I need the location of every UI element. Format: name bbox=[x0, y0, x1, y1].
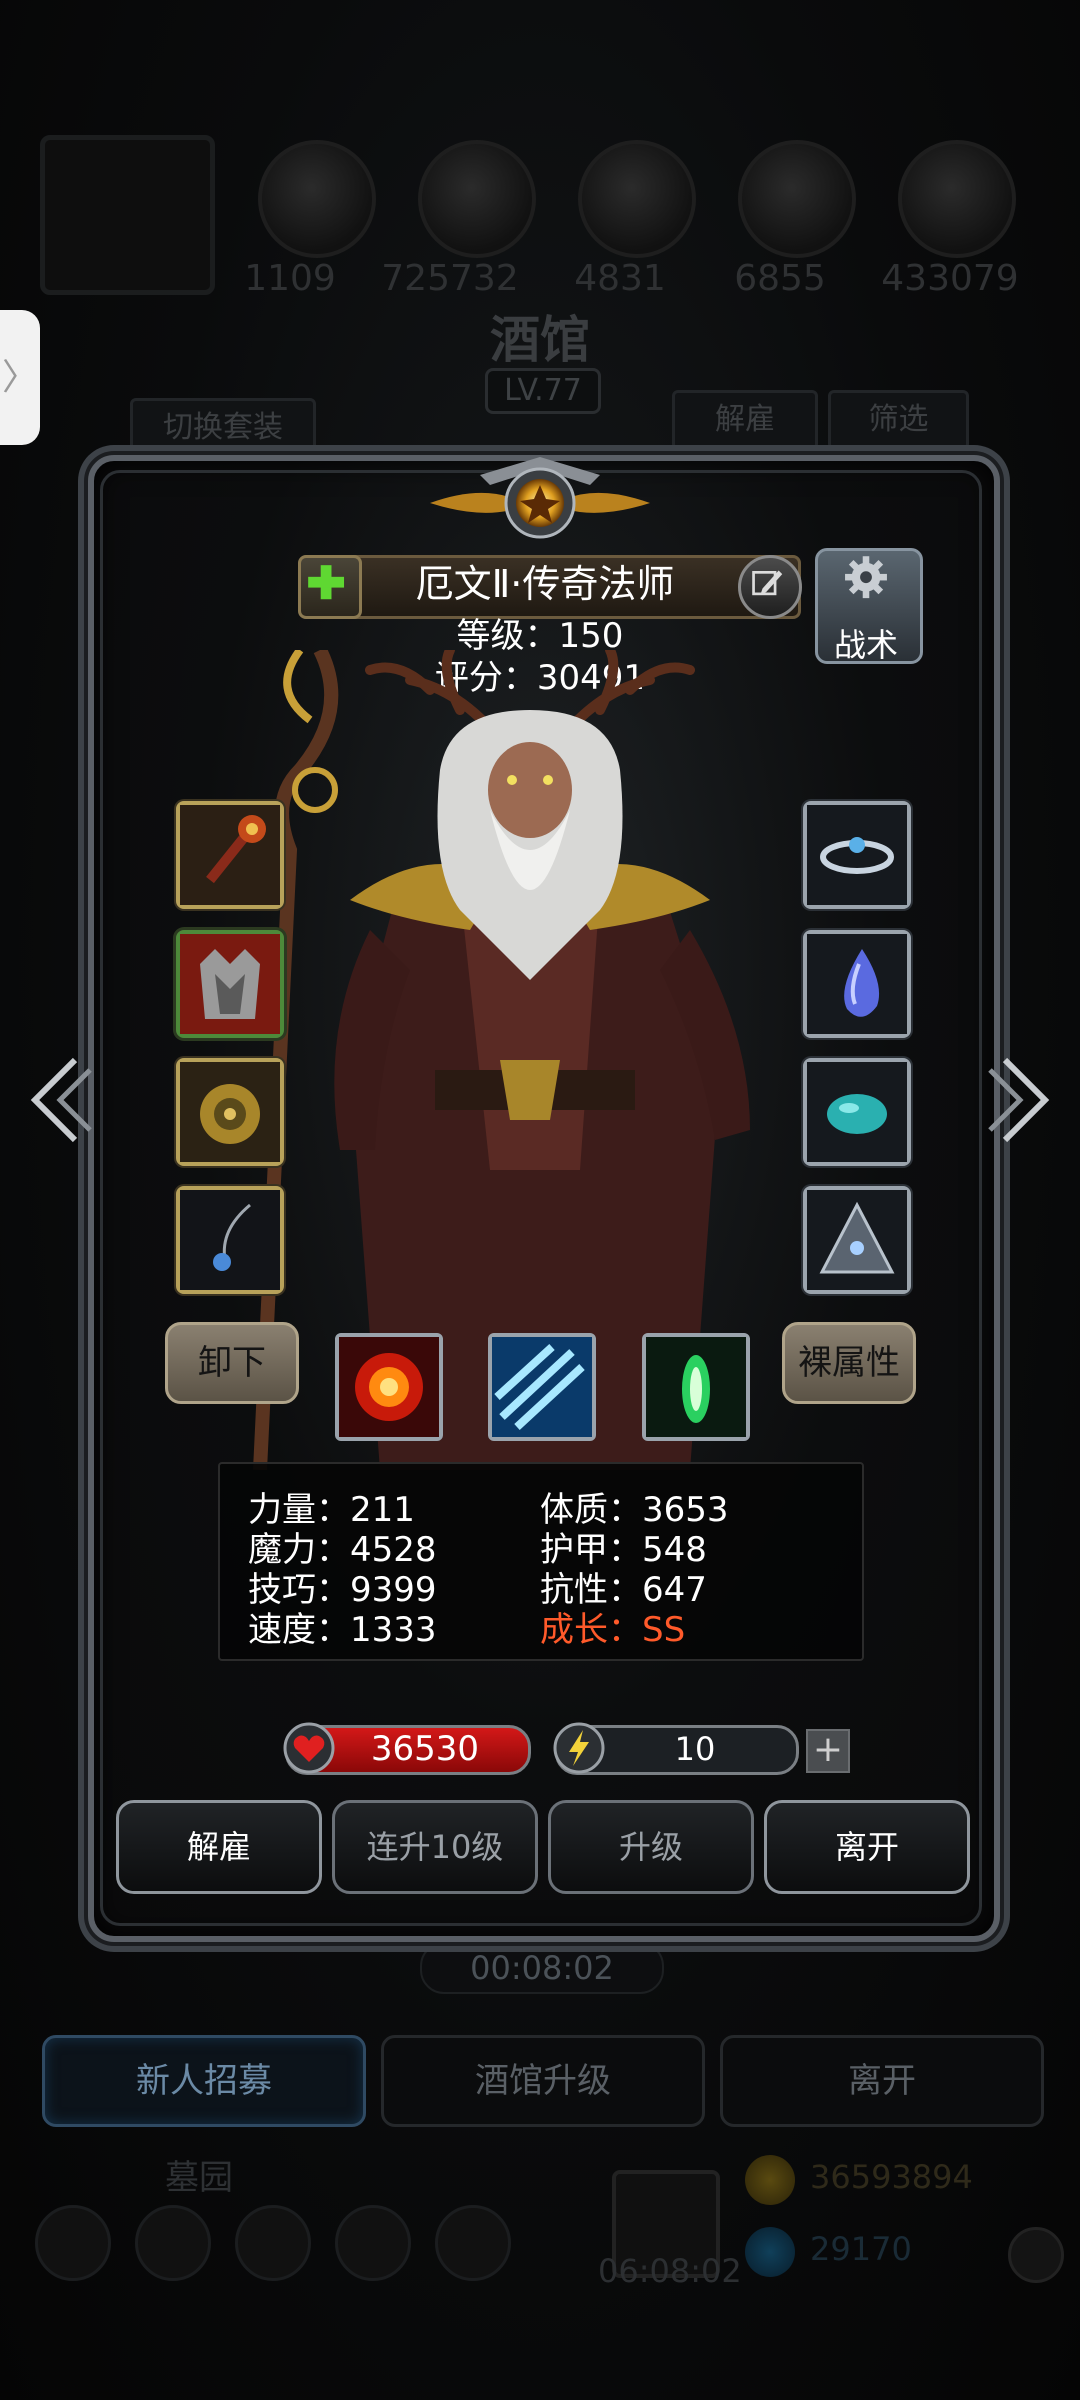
resource-icon bbox=[578, 140, 696, 258]
resource-icon bbox=[738, 140, 856, 258]
green-light-icon bbox=[646, 1337, 746, 1437]
turquoise-stone-icon bbox=[807, 1062, 907, 1162]
necklace-icon bbox=[180, 1190, 280, 1290]
equip-slot-stone[interactable] bbox=[803, 1058, 911, 1166]
unequip-button[interactable]: 卸下 bbox=[165, 1322, 299, 1404]
player-portrait bbox=[40, 135, 215, 295]
equip-slot-necklace[interactable] bbox=[176, 1186, 284, 1294]
tiara-icon bbox=[807, 805, 907, 905]
skill-ice[interactable] bbox=[488, 1333, 596, 1441]
resource-value: 6855 bbox=[734, 258, 826, 299]
switch-outfit-button: 切换套装 bbox=[130, 398, 316, 458]
energy-value: 10 bbox=[674, 1730, 716, 1768]
resource-value: 725732 bbox=[381, 258, 519, 299]
prev-hero-arrow-icon[interactable] bbox=[15, 1050, 95, 1150]
upgrade-tavern-button: 酒馆升级 bbox=[381, 2035, 705, 2127]
next-hero-arrow-icon[interactable] bbox=[985, 1050, 1065, 1150]
edit-icon bbox=[752, 570, 783, 596]
level-up-button[interactable]: 升级 bbox=[548, 1800, 754, 1894]
gold-icon bbox=[745, 2155, 795, 2205]
resource-icon bbox=[418, 140, 536, 258]
base-attributes-button[interactable]: 裸属性 bbox=[782, 1322, 916, 1404]
add-icon bbox=[1008, 2227, 1064, 2283]
tavern-title: 酒馆 bbox=[490, 310, 590, 369]
filter-button: 筛选 bbox=[828, 390, 969, 450]
equip-slot-amulet[interactable] bbox=[176, 1058, 284, 1166]
menu-icon bbox=[135, 2205, 211, 2281]
bg-leave-button: 离开 bbox=[720, 2035, 1044, 2127]
gem-icon bbox=[745, 2227, 795, 2277]
resource-value: 433079 bbox=[881, 258, 1019, 299]
menu-icon bbox=[435, 2205, 511, 2281]
tavern-level: LV.77 bbox=[485, 368, 601, 414]
add-button[interactable] bbox=[298, 555, 362, 619]
rename-button[interactable] bbox=[738, 555, 802, 619]
add-energy-button[interactable]: + bbox=[806, 1729, 850, 1773]
equip-slot-armor[interactable] bbox=[176, 930, 284, 1038]
equip-slot-gem[interactable] bbox=[803, 930, 911, 1038]
stat-speed: 速度：1333 bbox=[248, 1610, 437, 1650]
level-up-10-button[interactable]: 连升10级 bbox=[332, 1800, 538, 1894]
mace-icon bbox=[180, 805, 280, 905]
pyramid-icon bbox=[807, 1190, 907, 1290]
hero-name: 厄文Ⅱ·传奇法师 bbox=[415, 562, 675, 606]
fire-explosion-icon bbox=[339, 1337, 439, 1437]
resource-icon bbox=[258, 140, 376, 258]
armor-icon bbox=[180, 934, 280, 1034]
hp-value: 36530 bbox=[370, 1729, 480, 1769]
recruit-button: 新人招募 bbox=[42, 2035, 366, 2127]
side-drawer-handle[interactable]: 〉 bbox=[0, 310, 40, 445]
menu-icon bbox=[35, 2205, 111, 2281]
gem-amount: 29170 bbox=[810, 2230, 912, 2268]
menu-icon bbox=[235, 2205, 311, 2281]
crystal-drop-icon bbox=[807, 934, 907, 1034]
emblem-icon bbox=[180, 1062, 280, 1162]
skill-fire[interactable] bbox=[335, 1333, 443, 1441]
skill-nature[interactable] bbox=[642, 1333, 750, 1441]
gear-icon bbox=[845, 556, 887, 599]
resource-icon bbox=[898, 140, 1016, 258]
leave-button[interactable]: 离开 bbox=[764, 1800, 970, 1894]
resource-value: 1109 bbox=[244, 258, 336, 299]
ice-slash-icon bbox=[492, 1337, 592, 1437]
bg-dismiss-button: 解雇 bbox=[672, 390, 818, 450]
dismiss-button[interactable]: 解雇 bbox=[116, 1800, 322, 1894]
gold-amount: 36593894 bbox=[810, 2158, 973, 2196]
equip-slot-relic[interactable] bbox=[803, 1186, 911, 1294]
equip-slot-crown[interactable] bbox=[803, 801, 911, 909]
heart-icon bbox=[283, 1722, 335, 1774]
equip-slot-weapon[interactable] bbox=[176, 801, 284, 909]
crest-emblem-icon bbox=[430, 457, 650, 539]
plus-icon bbox=[308, 565, 345, 600]
gift-timer: 06:08:02 bbox=[598, 2252, 742, 2290]
resource-value: 4831 bbox=[574, 258, 666, 299]
menu-icon bbox=[335, 2205, 411, 2281]
cemetery-label: 墓园 bbox=[165, 2158, 233, 2198]
stat-growth: 成长：SS bbox=[540, 1610, 686, 1650]
recruit-timer: 00:08:02 bbox=[420, 1942, 664, 1994]
lightning-icon bbox=[553, 1722, 605, 1774]
